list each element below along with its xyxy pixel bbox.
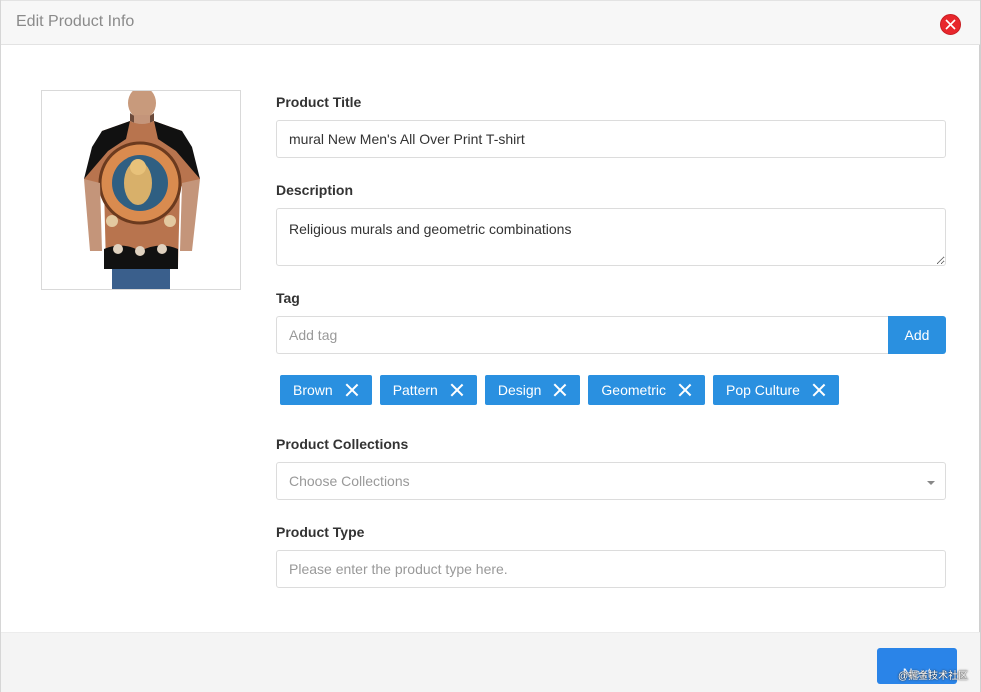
tag-chip: Design	[484, 375, 581, 405]
add-tag-input[interactable]	[276, 316, 889, 354]
product-title-input[interactable]	[276, 120, 946, 158]
collections-placeholder: Choose Collections	[289, 473, 410, 489]
product-type-input[interactable]	[276, 550, 946, 588]
close-icon[interactable]	[940, 14, 961, 35]
product-image	[41, 90, 241, 290]
tag-chip: Pattern	[379, 375, 477, 405]
tag-label: Tag	[276, 290, 300, 306]
tag-chip-label: Pop Culture	[726, 382, 800, 398]
close-icon[interactable]	[553, 383, 567, 397]
close-icon[interactable]	[450, 383, 464, 397]
add-tag-button[interactable]: Add	[888, 316, 946, 354]
collections-select[interactable]: Choose Collections	[276, 462, 946, 500]
edit-product-modal: Edit Product Info Product Title mural Ne…	[0, 0, 981, 692]
collections-label: Product Collections	[276, 436, 409, 452]
close-icon[interactable]	[678, 383, 692, 397]
watermark: @掘金技术社区	[898, 671, 969, 682]
modal-header: Edit Product Info	[1, 0, 980, 45]
close-icon[interactable]	[345, 383, 359, 397]
product-type-label: Product Type	[276, 524, 365, 540]
tag-chip-label: Brown	[293, 382, 333, 398]
tag-chip: Brown	[280, 375, 372, 405]
product-title-label: Product Title	[276, 94, 362, 110]
tag-chip-label: Geometric	[601, 382, 666, 398]
tag-chip: Pop Culture	[713, 375, 839, 405]
description-label: Description	[276, 182, 354, 198]
tag-chip-label: Design	[497, 382, 542, 398]
tag-chip-label: Pattern	[392, 382, 438, 398]
modal-footer	[1, 632, 980, 692]
tag-chip: Geometric	[588, 375, 705, 405]
description-textarea[interactable]: Religious murals and geometric combinati…	[276, 208, 946, 266]
close-icon[interactable]	[812, 383, 826, 397]
caret-down-icon	[927, 481, 935, 485]
modal-title: Edit Product Info	[16, 13, 135, 30]
tag-list: Brown Pattern Design Geometric Pop Cultu…	[280, 375, 839, 405]
